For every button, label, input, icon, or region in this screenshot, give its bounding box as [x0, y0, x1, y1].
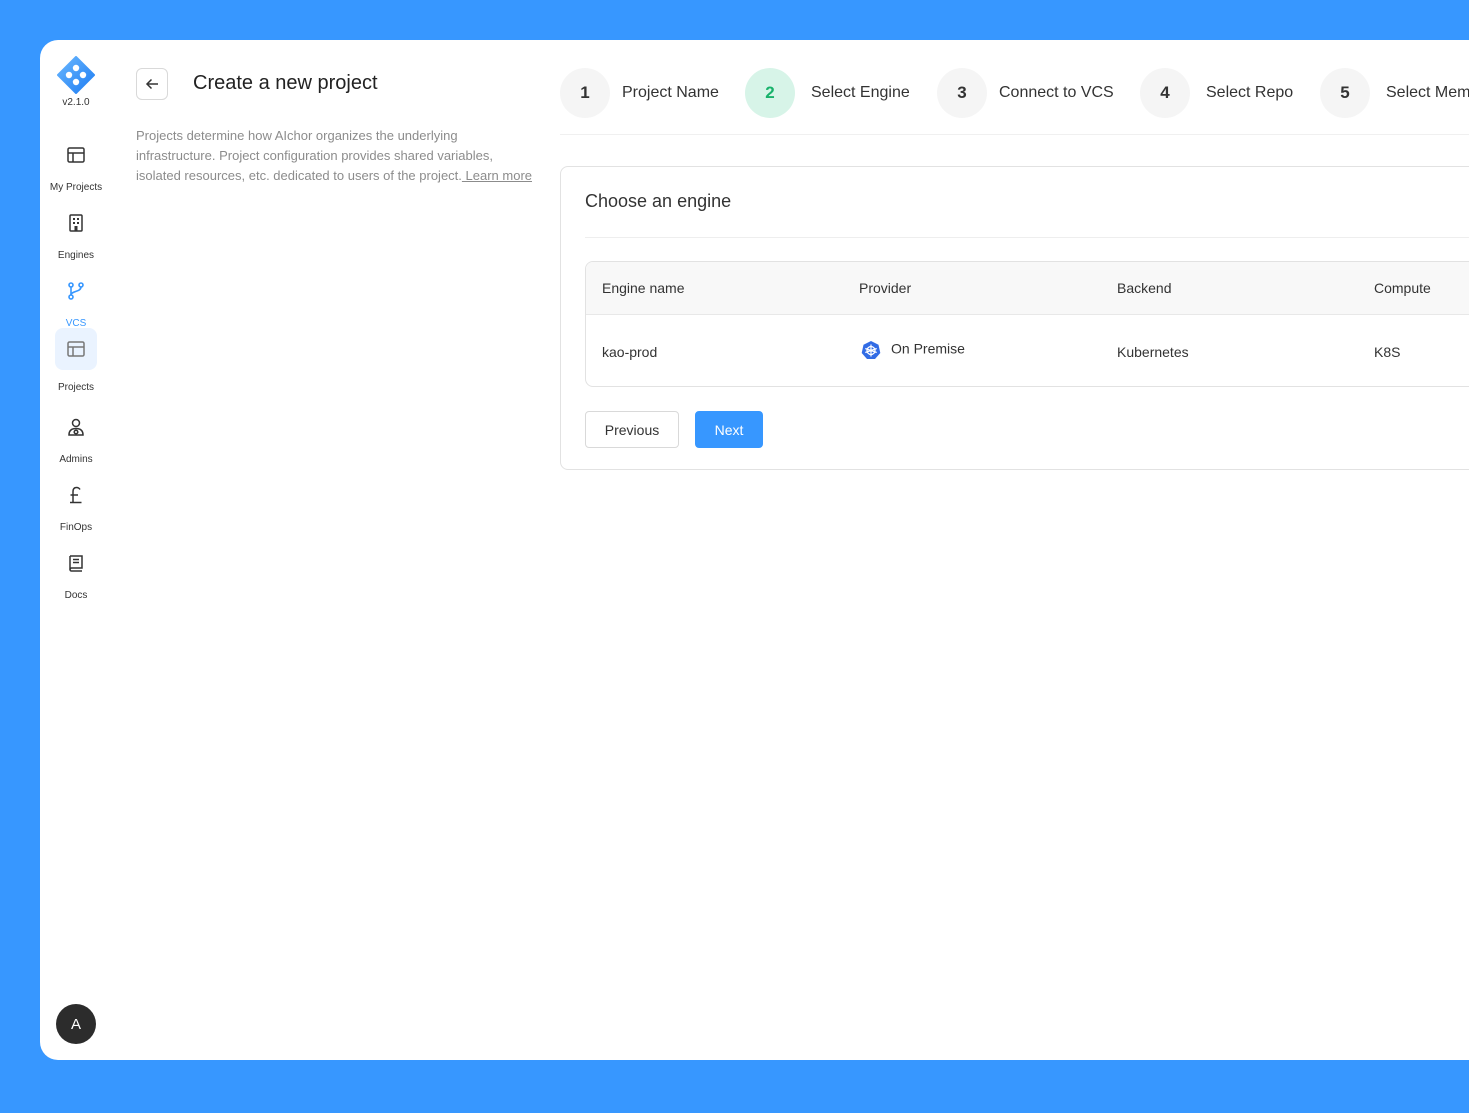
card-title: Choose an engine [585, 191, 732, 211]
sidebar-item-projects[interactable]: Projects [40, 328, 112, 393]
divider [585, 237, 1469, 238]
step-label: Project Name [622, 84, 719, 101]
engine-card: Choose an engine Engine name Provider Ba… [560, 166, 1469, 470]
engine-name-cell: kao-prod [602, 344, 658, 360]
column-header-engine-name[interactable]: Engine name [602, 280, 685, 296]
description-text: Projects determine how AIchor organizes … [136, 128, 493, 183]
sidebar-item-admins[interactable]: Admins [40, 406, 112, 470]
app-window: v2.1.0 My Projects Engines VCS Projects [40, 40, 1469, 1060]
avatar[interactable]: A [56, 1004, 96, 1044]
step-number: 1 [560, 68, 610, 118]
step-select-repo[interactable]: 4 Select Repo [1140, 68, 1293, 118]
sidebar-item-engines[interactable]: Engines [40, 202, 112, 266]
next-button[interactable]: Next [695, 411, 763, 448]
step-select-members[interactable]: 5 Select Members [1320, 68, 1469, 118]
backend-cell: Kubernetes [1117, 344, 1189, 360]
column-header-backend[interactable]: Backend [1117, 280, 1171, 296]
app-logo[interactable] [57, 56, 95, 94]
step-label: Select Engine [811, 84, 910, 101]
sidebar-item-label: Engines [57, 250, 95, 261]
sidebar-item-label: Docs [64, 590, 88, 601]
sidebar-item-label: My Projects [49, 182, 103, 193]
sidebar-item-docs[interactable]: Docs [40, 542, 112, 606]
step-label: Connect to VCS [999, 84, 1114, 101]
sidebar-item-label: Admins [59, 454, 93, 465]
table-header [586, 262, 1469, 315]
column-header-provider[interactable]: Provider [859, 280, 911, 296]
sidebar-item-vcs[interactable]: VCS [40, 270, 112, 334]
kubernetes-icon [861, 341, 881, 359]
step-connect-to-vcs[interactable]: 3 Connect to VCS [937, 68, 1114, 118]
layout-icon [55, 134, 97, 176]
provider-text: On Premise [891, 340, 965, 357]
step-label: Select Members [1386, 84, 1469, 101]
building-icon [55, 202, 97, 244]
page-title: Create a new project [193, 72, 378, 94]
step-project-name[interactable]: 1 Project Name [560, 68, 719, 118]
learn-more-link[interactable]: Learn more [462, 168, 532, 183]
app-version: v2.1.0 [62, 97, 90, 108]
sidebar: v2.1.0 My Projects Engines VCS Projects [40, 40, 112, 1060]
stepper: 1 Project Name 2 Select Engine 3 Connect… [560, 68, 1469, 135]
layout-icon [55, 328, 97, 370]
compute-cell: K8S [1374, 344, 1401, 360]
book-icon [55, 542, 97, 584]
sidebar-item-label: Projects [57, 382, 95, 393]
sidebar-item-label: FinOps [59, 522, 93, 533]
pound-icon [55, 474, 97, 516]
provider-cell: On Premise [861, 340, 965, 360]
admin-icon [55, 406, 97, 448]
branch-icon [55, 270, 97, 312]
step-number: 2 [745, 68, 795, 118]
page-description: Projects determine how AIchor organizes … [136, 126, 532, 186]
engine-table: Engine name Provider Backend Compute kao… [585, 261, 1469, 387]
sidebar-item-finops[interactable]: FinOps [40, 474, 112, 538]
step-number: 3 [937, 68, 987, 118]
column-header-compute[interactable]: Compute [1374, 280, 1431, 296]
arrow-left-icon [145, 78, 158, 90]
previous-button[interactable]: Previous [585, 411, 679, 448]
step-number: 5 [1320, 68, 1370, 118]
step-label: Select Repo [1206, 84, 1294, 101]
sidebar-item-my-projects[interactable]: My Projects [40, 134, 112, 198]
back-button[interactable] [136, 68, 168, 100]
step-number: 4 [1140, 68, 1190, 118]
step-select-engine[interactable]: 2 Select Engine [745, 68, 910, 118]
